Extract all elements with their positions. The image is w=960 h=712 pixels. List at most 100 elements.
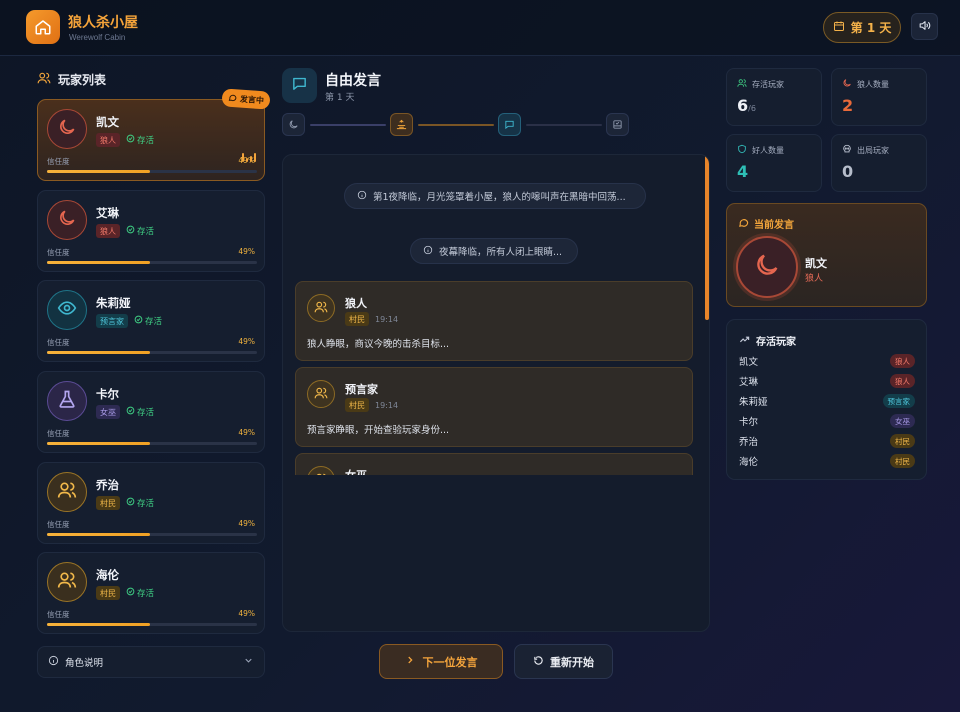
role-tag: 预言家 (882, 394, 915, 408)
alive-row: 海伦 村民 (739, 454, 915, 468)
users-icon (37, 71, 51, 88)
avatar (47, 562, 87, 602)
message-sender: 女巫 (345, 467, 367, 475)
role-tag: 村民 (345, 312, 369, 326)
role-tag: 预言家 (96, 314, 128, 328)
current-speaker-name: 凯文 (805, 257, 827, 270)
speaking-badge: 发言中 (221, 88, 271, 110)
player-card-zhuliya[interactable]: 朱莉娅 预言家 存活 信任度 49% (37, 280, 265, 362)
alive-row: 朱莉娅 预言家 (739, 394, 915, 408)
role-help-label: 角色说明 (65, 658, 104, 669)
wolf-count: 2 (842, 96, 854, 115)
sound-toggle-button[interactable] (911, 13, 938, 40)
role-tag: 村民 (890, 434, 915, 448)
role-tag: 女巫 (890, 414, 915, 428)
users-icon (57, 480, 77, 504)
check-circle-icon (126, 497, 135, 509)
sunrise-icon (396, 115, 407, 134)
moon-icon (288, 115, 299, 134)
moon-icon (57, 208, 77, 232)
check-circle-icon (126, 587, 135, 599)
message-sender: 预言家 (345, 383, 378, 396)
trust-label: 信任度 (47, 248, 70, 257)
check-circle-icon (126, 134, 135, 146)
message-sender: 狼人 (345, 297, 367, 310)
player-card-hailun[interactable]: 海伦 村民 存活 信任度 49% (37, 552, 265, 634)
alive-row: 乔治 村民 (739, 434, 915, 448)
message-square-icon (291, 75, 308, 96)
system-message: 夜幕降临，所有人闭上眼睛... (410, 238, 578, 264)
chat-message: 狼人 村民 19:14 狼人睁眼，商议今晚的击杀目标... (295, 281, 693, 361)
shield-icon (737, 144, 747, 156)
message-time: 19:14 (375, 314, 399, 324)
role-tag: 女巫 (96, 405, 120, 419)
moon-icon (753, 251, 781, 283)
avatar (47, 381, 87, 421)
step-night (282, 113, 305, 136)
status-alive: 存活 (134, 315, 162, 327)
status-alive: 存活 (126, 134, 154, 146)
player-name: 凯文 (96, 115, 119, 129)
player-card-kaiwen[interactable]: 凯文 狼人 存活 信任度 49% (37, 99, 265, 181)
chat-bubble-icon (738, 217, 749, 231)
speaker-icon (918, 17, 931, 36)
player-name: 乔治 (96, 478, 119, 492)
info-icon (48, 655, 59, 669)
app-subtitle: Werewolf Cabin (69, 33, 126, 42)
trending-up-icon (739, 334, 750, 348)
player-name: 朱莉娅 (96, 296, 131, 310)
good-count: 4 (737, 162, 749, 181)
restart-button[interactable]: 重新开始 (514, 644, 613, 679)
step-connector (526, 124, 602, 126)
out-count: 0 (842, 162, 854, 181)
trust-value: 49% (238, 428, 255, 437)
player-name: 卡尔 (96, 387, 119, 401)
player-card-qiaozhi[interactable]: 乔治 村民 存活 信任度 49% (37, 462, 265, 544)
player-list-header: 玩家列表 (37, 71, 106, 88)
trust-bar (47, 533, 257, 536)
info-icon (423, 245, 433, 258)
day-label: 第 1 天 (850, 21, 892, 35)
moon-icon (842, 78, 852, 90)
avatar (47, 290, 87, 330)
phase-icon (282, 68, 317, 103)
avatar (47, 109, 87, 149)
home-icon[interactable] (26, 10, 60, 44)
trust-label: 信任度 (47, 157, 70, 166)
phase-day: 第 1 天 (325, 93, 355, 103)
calendar-icon (833, 20, 845, 35)
trust-bar (47, 261, 257, 264)
chat-panel[interactable]: 第1夜降临，月光笼罩着小屋，狼人的嗥叫声在黑暗中回荡... 夜幕降临，所有人闭上… (282, 154, 710, 632)
trust-value: 49% (238, 247, 255, 256)
trust-bar (47, 623, 257, 626)
trust-label: 信任度 (47, 610, 70, 619)
users-icon (737, 78, 747, 90)
trust-label: 信任度 (47, 338, 70, 347)
role-tag: 村民 (890, 454, 915, 468)
speaking-sound-bars (242, 152, 256, 162)
info-icon (357, 190, 367, 203)
alive-count: 6 (737, 96, 749, 115)
player-card-kaer[interactable]: 卡尔 女巫 存活 信任度 49% (37, 371, 265, 453)
app-header: 狼人杀小屋 Werewolf Cabin 第 1 天 (0, 0, 960, 56)
alive-list-title: 存活玩家 (756, 337, 796, 348)
role-tag: 村民 (96, 496, 120, 510)
message-text: 预言家睁眼，开始查验玩家身份... (307, 425, 450, 436)
stat-alive-players: 存活玩家 6/6 (726, 68, 822, 126)
check-circle-icon (126, 406, 135, 418)
flask-icon (57, 389, 77, 413)
status-alive: 存活 (126, 587, 154, 599)
current-speaker-title: 当前发言 (754, 220, 794, 231)
trust-value: 49% (238, 519, 255, 528)
avatar (307, 294, 335, 322)
avatar (736, 236, 798, 298)
chat-scrollbar[interactable] (705, 155, 709, 320)
stat-wolf-count: 狼人数量 2 (831, 68, 927, 126)
role-tag: 狼人 (96, 133, 120, 147)
check-circle-icon (126, 225, 135, 237)
step-discussion (498, 113, 521, 136)
role-help-toggle[interactable]: 角色说明 (37, 646, 265, 678)
next-speaker-button[interactable]: 下一位发言 (379, 644, 503, 679)
player-card-ailin[interactable]: 艾琳 狼人 存活 信任度 49% (37, 190, 265, 272)
alive-total: /6 (748, 104, 756, 113)
